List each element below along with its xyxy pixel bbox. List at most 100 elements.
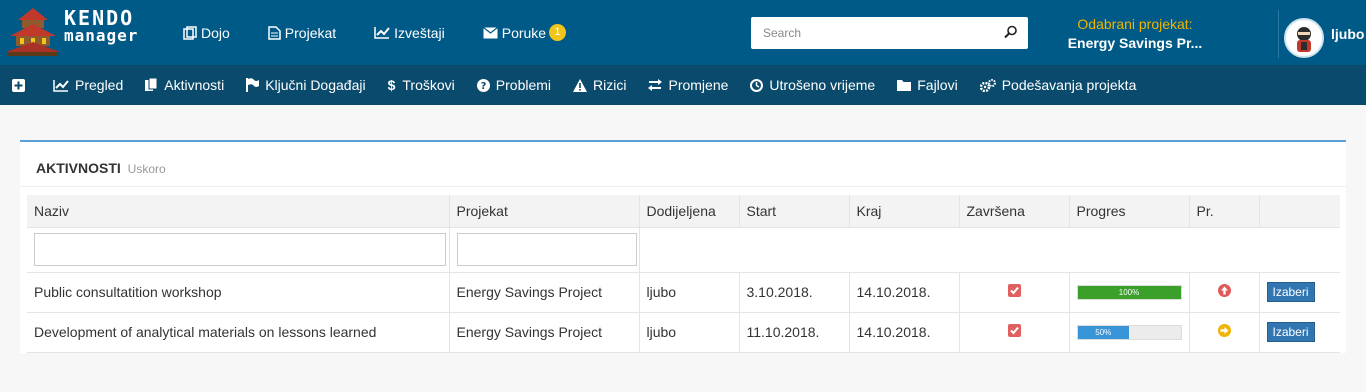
filter-cell (27, 227, 450, 273)
subnav-item-pregled[interactable]: Pregled (53, 77, 123, 93)
cell-progres: 100% (1069, 272, 1190, 313)
messages-count-badge: 1 (549, 24, 567, 41)
subnav-item-promjene[interactable]: Promjene (648, 77, 728, 93)
search-icon[interactable] (1004, 25, 1018, 39)
ninja-avatar-icon (1297, 27, 1311, 52)
plus-square-icon (12, 78, 25, 92)
cell-projekat: Energy Savings Project (449, 312, 640, 353)
topnav-item-izvestaji[interactable]: Izveštaji (374, 25, 445, 41)
panel-subtitle: Uskoro (127, 162, 166, 176)
subnav-item-label: Troškovi (402, 77, 455, 93)
subnav-item-troskovi[interactable]: $ Troškovi (388, 77, 455, 93)
progress-fill: 50% (1077, 325, 1129, 339)
cell-actions: Izaberi (1259, 272, 1340, 313)
app-logo[interactable]: KENDO manager (4, 6, 154, 60)
cell-kraj: 14.10.2018. (849, 312, 960, 353)
projekat-filter-input[interactable] (456, 233, 637, 266)
subnav-item-utroseno-vrijeme[interactable]: Utrošeno vrijeme (750, 77, 875, 93)
select-button[interactable]: Izaberi (1266, 282, 1315, 302)
subnav-item-rizici[interactable]: Rizici (573, 77, 626, 93)
column-header-naziv[interactable]: Naziv (27, 195, 450, 228)
topnav-item-poruke[interactable]: Poruke 1 (482, 24, 567, 41)
subnav-item-podesavanja[interactable]: Podešavanja projekta (979, 77, 1137, 93)
topnav-item-label: Dojo (201, 24, 230, 41)
top-bar: KENDO manager Dojo Projekat Izveštaji Po… (0, 0, 1366, 65)
column-header-zavrsena[interactable]: Završena (959, 195, 1070, 228)
topnav-item-label: Poruke (501, 24, 547, 41)
cell-naziv: Development of analytical materials on l… (27, 312, 450, 353)
subnav-item-problemi[interactable]: ? Problemi (476, 77, 552, 93)
subnav-item-add[interactable] (12, 78, 31, 92)
activities-table: Naziv Projekat Dodijeljena Start Kraj Za… (27, 195, 1340, 353)
document-icon (268, 25, 281, 40)
cell-progres: 50% (1069, 312, 1190, 353)
pagoda-logo-icon (6, 8, 60, 56)
project-subnav: Pregled Aktivnosti Ključni Događaji $ Tr… (0, 65, 1366, 105)
arrow-up-circle-icon (1217, 284, 1231, 297)
column-header-dodijeljena[interactable]: Dodijeljena (639, 195, 740, 228)
divider (1278, 10, 1279, 58)
selected-project-value[interactable]: Energy Savings Pr... (1060, 35, 1210, 51)
user-name[interactable]: ljubo (1331, 26, 1364, 42)
cell-dodijeljena: ljubo (639, 312, 740, 353)
column-header-progres[interactable]: Progres (1069, 195, 1190, 228)
topnav-item-label: Projekat (284, 24, 337, 41)
subnav-item-label: Ključni Događaji (265, 77, 366, 93)
cogs-icon (979, 78, 996, 92)
naziv-filter-input[interactable] (34, 233, 446, 266)
subnav-item-label: Rizici (593, 77, 627, 93)
svg-text:?: ? (480, 81, 486, 92)
column-header-actions (1259, 195, 1340, 228)
subnav-item-label: Pregled (75, 77, 124, 93)
activities-panel: AKTIVNOSTI Uskoro Naziv Projekat Dodijel… (20, 140, 1346, 353)
cell-prioritet (1189, 312, 1260, 353)
column-header-prioritet[interactable]: Pr. (1189, 195, 1260, 228)
subnav-item-label: Podešavanja projekta (1001, 77, 1137, 93)
search-input[interactable] (751, 18, 991, 48)
column-header-kraj[interactable]: Kraj (849, 195, 960, 228)
filter-cell-empty (639, 227, 1340, 273)
line-chart-icon (53, 79, 69, 92)
avatar[interactable] (1284, 18, 1324, 58)
cell-naziv: Public consultatition workshop (27, 272, 450, 313)
table-row[interactable]: Public consultatition workshop Energy Sa… (27, 272, 1340, 313)
files-icon (145, 78, 158, 91)
cell-zavrsena (959, 312, 1070, 353)
question-circle-icon: ? (476, 78, 490, 92)
table-header-row: Naziv Projekat Dodijeljena Start Kraj Za… (27, 195, 1340, 228)
logo-line-1: KENDO (64, 6, 135, 30)
checked-checkbox-icon (1007, 324, 1021, 337)
line-chart-icon (374, 27, 390, 39)
cell-actions: Izaberi (1259, 312, 1340, 353)
subnav-item-label: Problemi (495, 77, 552, 93)
subnav-item-aktivnosti[interactable]: Aktivnosti (145, 77, 224, 93)
filter-cell (449, 227, 640, 273)
warning-icon (573, 78, 588, 92)
folder-icon (897, 80, 912, 91)
table-row[interactable]: Development of analytical materials on l… (27, 312, 1340, 353)
topnav-item-projekat[interactable]: Projekat (268, 25, 336, 41)
clock-icon (750, 78, 764, 92)
selected-project: Odabrani projekat: Energy Savings Pr... (1060, 16, 1210, 51)
arrow-right-circle-icon (1217, 324, 1231, 337)
subnav-item-kljucni-dogadjaji[interactable]: Ključni Događaji (246, 77, 366, 93)
topnav-item-dojo[interactable]: Dojo (183, 25, 230, 41)
select-button[interactable]: Izaberi (1266, 322, 1315, 342)
selected-project-label: Odabrani projekat: (1077, 16, 1193, 32)
cell-prioritet (1189, 272, 1260, 313)
subnav-item-label: Aktivnosti (164, 77, 225, 93)
logo-text: KENDO manager (64, 6, 138, 44)
flag-icon (246, 78, 260, 92)
topnav-item-label: Izveštaji (394, 24, 445, 41)
cell-dodijeljena: ljubo (639, 272, 740, 313)
column-header-start[interactable]: Start (739, 195, 850, 228)
cell-start: 11.10.2018. (739, 312, 850, 353)
column-header-projekat[interactable]: Projekat (449, 195, 640, 228)
subnav-item-fajlovi[interactable]: Fajlovi (897, 77, 958, 93)
cell-start: 3.10.2018. (739, 272, 850, 313)
subnav-item-label: Utrošeno vrijeme (769, 77, 876, 93)
envelope-icon (482, 26, 498, 38)
top-nav: Dojo Projekat Izveštaji Poruke 1 (183, 0, 604, 65)
subnav-item-label: Promjene (668, 77, 729, 93)
progress-bar: 50% (1076, 324, 1182, 340)
